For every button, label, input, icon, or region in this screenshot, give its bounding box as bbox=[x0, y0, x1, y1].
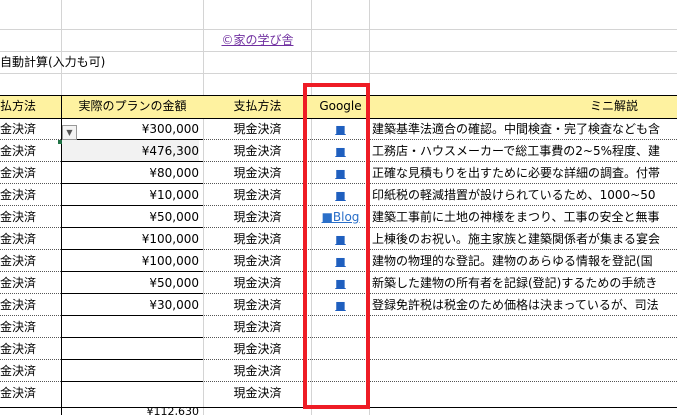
explanation-cell bbox=[372, 338, 677, 360]
google-column-highlight bbox=[303, 83, 370, 409]
payment-method-cell[interactable]: 金決済 bbox=[0, 184, 58, 206]
payment-method-cell[interactable]: 金決済 bbox=[0, 338, 58, 360]
explanation-cell: 登録免許税は税金のため価格は決まっているが、司法 bbox=[372, 298, 659, 312]
payment-method-b-cell[interactable]: 現金決済 bbox=[204, 162, 311, 184]
col-header-mini-explanation[interactable]: ミニ解説 bbox=[590, 96, 677, 116]
payment-method-cell[interactable]: 金決済 bbox=[0, 228, 58, 250]
payment-method-cell[interactable]: 金決済 bbox=[0, 118, 58, 140]
payment-method-cell[interactable]: 金決済 bbox=[0, 316, 58, 338]
amount-cell[interactable]: ¥100,000 bbox=[62, 250, 199, 272]
payment-method-b-cell[interactable]: 現金決済 bbox=[204, 316, 311, 338]
payment-method-b-cell[interactable]: 現金決済 bbox=[204, 360, 311, 382]
payment-method-cell[interactable]: 金決済 bbox=[0, 250, 58, 272]
home-school-link[interactable]: ©家の学び舎 bbox=[221, 33, 293, 47]
col-header-payment-method-partial[interactable]: 払方法 bbox=[0, 96, 61, 116]
auto-calc-note: 自動計算(入力も可) bbox=[0, 55, 106, 69]
grid-row-line bbox=[0, 73, 677, 74]
payment-method-b-cell[interactable]: 現金決済 bbox=[204, 250, 311, 272]
payment-method-cell[interactable]: 金決済 bbox=[0, 382, 58, 404]
payment-method-cell[interactable]: 金決済 bbox=[0, 162, 58, 184]
payment-method-b-cell[interactable]: 現金決済 bbox=[204, 382, 311, 404]
payment-method-b-cell[interactable]: 現金決済 bbox=[204, 228, 311, 250]
col-header-payment-method[interactable]: 支払方法 bbox=[204, 96, 311, 116]
total-amount: ¥112,630 bbox=[146, 405, 200, 415]
explanation-cell: 正確な見積もりを出すために必要な詳細の調査。付帯 bbox=[372, 166, 661, 180]
payment-method-b-cell[interactable]: 現金決済 bbox=[204, 118, 311, 140]
payment-method-cell[interactable]: 金決済 bbox=[0, 140, 58, 162]
col-header-actual-plan-amount[interactable]: 実際のプランの金額 bbox=[62, 96, 203, 116]
amount-cell[interactable]: ¥10,000 bbox=[62, 184, 199, 206]
explanation-cell bbox=[372, 360, 677, 382]
header-link-cell[interactable]: ©家の学び舎 bbox=[204, 29, 311, 51]
explanation-cell: 工務店・ハウスメーカーで総工事費の2~5%程度、建 bbox=[372, 144, 661, 158]
amount-cell[interactable]: ¥300,000 bbox=[62, 118, 199, 140]
amount-cell[interactable]: ¥30,000 bbox=[62, 294, 199, 316]
payment-method-b-cell[interactable]: 現金決済 bbox=[204, 294, 311, 316]
payment-method-b-cell[interactable]: 現金決済 bbox=[204, 338, 311, 360]
amount-cell[interactable] bbox=[62, 360, 199, 382]
payment-method-b-cell[interactable]: 現金決済 bbox=[204, 140, 311, 162]
payment-method-cell[interactable]: 金決済 bbox=[0, 360, 58, 382]
explanation-cell: 上棟後のお祝い。施主家族と建築関係者が集まる宴会 bbox=[372, 232, 661, 246]
spreadsheet-grid[interactable]: ©家の学び舎 自動計算(入力も可) 払方法 実際のプランの金額 支払方法 Goo… bbox=[0, 0, 677, 415]
explanation-cell: 建築基準法適合の確認。中間検査・完了検査なども含 bbox=[372, 122, 661, 136]
explanation-cell: 印紙税の軽減措置が設けられているため、1000~50 bbox=[372, 188, 656, 202]
payment-method-b-cell[interactable]: 現金決済 bbox=[204, 206, 311, 228]
amount-cell[interactable]: ¥80,000 bbox=[62, 162, 199, 184]
amount-cell[interactable]: ¥50,000 bbox=[62, 272, 199, 294]
explanation-cell bbox=[372, 316, 677, 338]
grid-row-line bbox=[0, 29, 677, 30]
explanation-cell bbox=[372, 382, 677, 404]
explanation-cell: 建築工事前に土地の神様をまつり、工事の安全と無事 bbox=[372, 210, 660, 224]
dropdown-arrow-icon[interactable]: ▼ bbox=[62, 125, 77, 140]
payment-method-b-cell[interactable]: 現金決済 bbox=[204, 272, 311, 294]
payment-method-cell[interactable]: 金決済 bbox=[0, 206, 58, 228]
amount-cell[interactable]: ¥476,300 bbox=[62, 140, 199, 162]
payment-method-b-cell[interactable]: 現金決済 bbox=[204, 184, 311, 206]
selection-handle[interactable] bbox=[58, 140, 62, 144]
amount-cell[interactable] bbox=[62, 382, 199, 404]
payment-method-cell[interactable]: 金決済 bbox=[0, 272, 58, 294]
amount-cell[interactable] bbox=[62, 338, 199, 360]
amount-cell[interactable]: ¥50,000 bbox=[62, 206, 199, 228]
explanation-cell: 建物の物理的な登記。建物のあらゆる情報を登記(国 bbox=[372, 254, 653, 268]
amount-cell[interactable]: ¥100,000 bbox=[62, 228, 199, 250]
explanation-cell: 新築した建物の所有者を記録(登記)するための手続き bbox=[372, 276, 658, 290]
payment-method-cell[interactable]: 金決済 bbox=[0, 294, 58, 316]
amount-cell[interactable] bbox=[62, 316, 199, 338]
